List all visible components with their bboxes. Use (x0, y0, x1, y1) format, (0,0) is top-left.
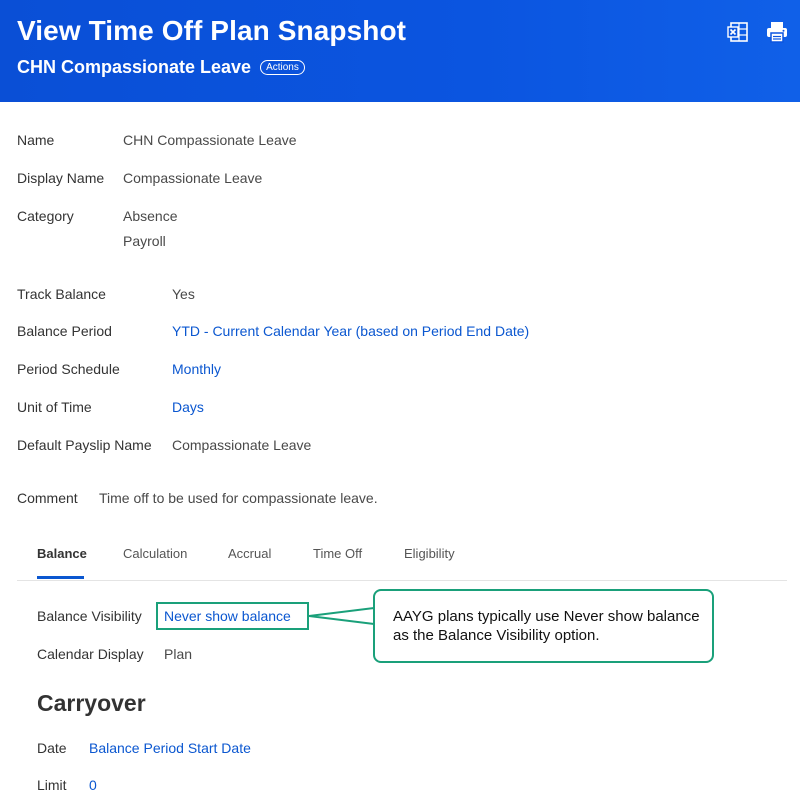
print-icon[interactable] (765, 20, 789, 44)
comment-label: Comment (17, 490, 78, 506)
carryover-date-label: Date (37, 740, 67, 756)
balance-visibility-label: Balance Visibility (37, 608, 142, 624)
default-payslip-name-label: Default Payslip Name (17, 437, 152, 453)
carryover-limit-link[interactable]: 0 (89, 777, 97, 793)
track-balance-label: Track Balance (17, 286, 106, 302)
tab-time-off[interactable]: Time Off (313, 546, 362, 561)
tab-calculation[interactable]: Calculation (123, 546, 187, 561)
carryover-heading: Carryover (37, 690, 146, 716)
category-value-payroll: Payroll (123, 233, 166, 249)
subtitle-row: CHN Compassionate Leave Actions (17, 57, 305, 78)
page-title: View Time Off Plan Snapshot (17, 15, 407, 46)
unit-of-time-link[interactable]: Days (172, 399, 204, 415)
category-value-absence: Absence (123, 208, 178, 224)
default-payslip-name-value: Compassionate Leave (172, 437, 312, 453)
page-header: View Time Off Plan Snapshot CHN Compassi… (0, 0, 800, 102)
unit-of-time-label: Unit of Time (17, 399, 92, 415)
carryover-date-link[interactable]: Balance Period Start Date (89, 740, 251, 756)
actions-button[interactable]: Actions (260, 60, 305, 75)
category-label: Category (17, 208, 74, 224)
calendar-display-label: Calendar Display (37, 646, 144, 662)
carryover-limit-label: Limit (37, 777, 67, 793)
tab-accrual[interactable]: Accrual (228, 546, 271, 561)
balance-period-link[interactable]: YTD - Current Calendar Year (based on Pe… (172, 323, 529, 339)
callout-note: AAYG plans typically use Never show bala… (373, 589, 714, 663)
plan-subtitle: CHN Compassionate Leave (17, 57, 252, 77)
name-value: CHN Compassionate Leave (123, 132, 297, 148)
balance-visibility-link[interactable]: Never show balance (164, 608, 291, 624)
tab-eligibility[interactable]: Eligibility (404, 546, 455, 561)
balance-period-label: Balance Period (17, 323, 112, 339)
calendar-display-value: Plan (164, 646, 193, 662)
plan-tabs: Balance Calculation Accrual Time Off Eli… (17, 538, 787, 581)
period-schedule-label: Period Schedule (17, 361, 120, 377)
track-balance-value: Yes (172, 286, 195, 302)
display-name-value: Compassionate Leave (123, 170, 263, 186)
callout-pointer (309, 606, 375, 626)
export-to-excel-icon[interactable] (726, 20, 750, 44)
name-label: Name (17, 132, 55, 148)
period-schedule-link[interactable]: Monthly (172, 361, 221, 377)
active-tab-indicator (37, 576, 84, 579)
comment-value: Time off to be used for compassionate le… (99, 490, 378, 506)
tab-balance[interactable]: Balance (37, 546, 87, 561)
display-name-label: Display Name (17, 170, 105, 186)
